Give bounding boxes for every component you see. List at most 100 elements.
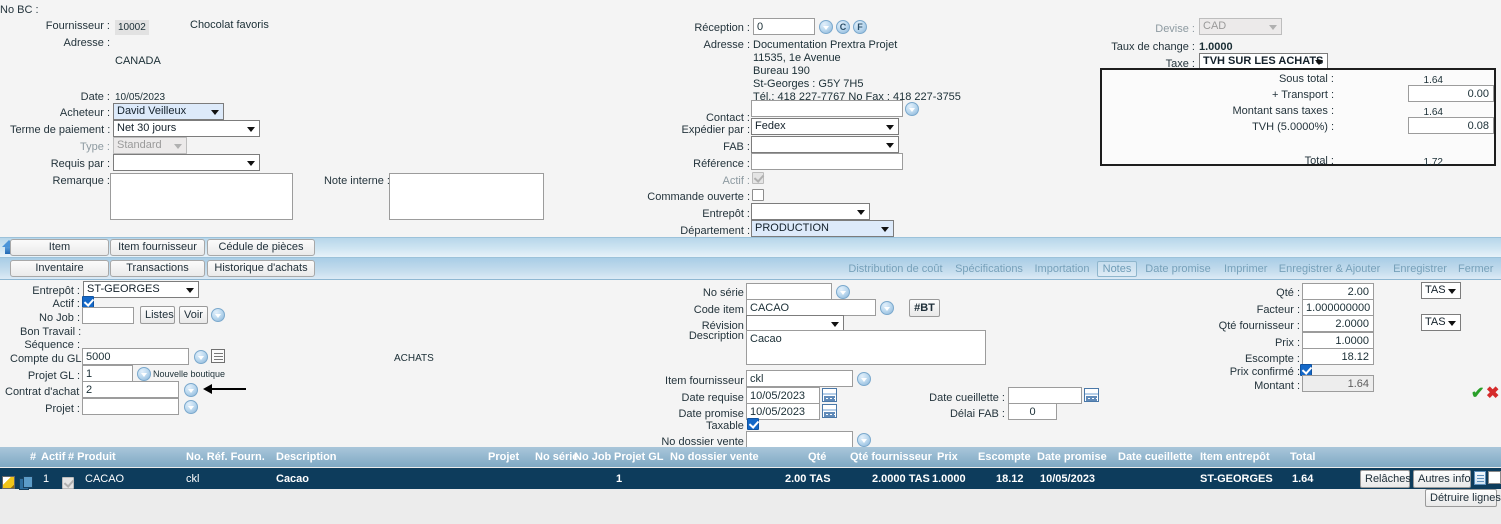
projet-gl-dropdown-icon[interactable] — [137, 367, 151, 381]
item-fournisseur-dropdown-icon[interactable] — [857, 372, 871, 386]
reception-c-button[interactable]: C — [836, 20, 850, 34]
tvh-input[interactable] — [1408, 117, 1494, 134]
escompte-input[interactable] — [1302, 348, 1374, 365]
tab-historique-achats[interactable]: Historique d'achats — [207, 260, 315, 277]
type-select: Standard — [113, 137, 187, 154]
commande-ouverte-checkbox[interactable] — [752, 189, 764, 201]
prix-label: Prix : — [1274, 337, 1300, 349]
voir-button[interactable]: Voir — [179, 306, 208, 324]
cancel-x-icon[interactable]: ✖ — [1486, 386, 1499, 402]
toolbar-enregistrer-ajouter[interactable]: Enregistrer & Ajouter — [1272, 261, 1387, 277]
reference-input[interactable] — [751, 153, 903, 170]
compte-gl-description: ACHATS — [394, 353, 434, 364]
toolbar-enregistrer[interactable]: Enregistrer — [1388, 261, 1452, 277]
confirm-check-icon[interactable]: ✔ — [1471, 386, 1484, 402]
no-dossier-vente-input[interactable] — [746, 431, 853, 448]
qte-input[interactable] — [1302, 283, 1374, 300]
projet-gl-input[interactable] — [82, 365, 133, 382]
no-serie-input[interactable] — [746, 283, 832, 300]
delai-fab-input[interactable] — [1008, 403, 1057, 420]
projet-gl-label: Projet GL : — [27, 370, 80, 382]
facteur-input[interactable] — [1302, 299, 1374, 316]
requis-par-select[interactable] — [113, 154, 260, 171]
listes-button[interactable]: Listes — [140, 306, 175, 324]
toolbar-notes[interactable]: Notes — [1097, 261, 1137, 277]
note-interne-label: Note interne : — [323, 175, 390, 187]
qte-unit-select[interactable]: TAS — [1421, 282, 1461, 299]
qte-fournisseur-unit-select[interactable]: TAS — [1421, 314, 1461, 331]
date-cueillette-calendar-icon[interactable] — [1084, 388, 1099, 402]
date-cueillette-detail-input[interactable] — [1008, 387, 1082, 404]
row-description: Cacao — [276, 473, 310, 485]
toolbar-distribution-de-cout[interactable]: Distribution de coût — [843, 261, 948, 277]
tvh-label: TVH (5.0000%) : — [1252, 121, 1334, 133]
no-dossier-vente-dropdown-icon[interactable] — [857, 433, 871, 447]
relaches-button[interactable]: Relâches — [1360, 470, 1411, 488]
departement-select[interactable]: PRODUCTION — [751, 220, 894, 237]
total-label: Total : — [1304, 155, 1334, 167]
contact-input[interactable] — [751, 100, 903, 117]
toolbar-fermer[interactable]: Fermer — [1453, 261, 1498, 277]
code-item-input[interactable] — [746, 299, 876, 316]
remarque-textarea[interactable] — [110, 173, 293, 220]
reception-input[interactable] — [753, 18, 815, 35]
row-copy-icon[interactable] — [19, 471, 33, 490]
qte-fournisseur-input[interactable] — [1302, 315, 1374, 332]
grid-col-escompte: Escompte — [978, 451, 1031, 463]
reception-f-button[interactable]: F — [853, 20, 867, 34]
no-job-input[interactable] — [82, 307, 134, 324]
table-row[interactable]: 1 CACAO ckl Cacao 1 2.00 TAS 2.0000 TAS … — [0, 468, 1501, 490]
transport-input[interactable] — [1408, 85, 1494, 102]
row-prix: 1.0000 — [932, 473, 966, 485]
row-note-icon[interactable] — [1474, 471, 1486, 485]
projet-dropdown-icon[interactable] — [184, 400, 198, 414]
compte-gl-detail-icon[interactable] — [211, 349, 225, 363]
terme-paiement-select[interactable]: Net 30 jours — [113, 120, 260, 137]
description-textarea[interactable] — [746, 330, 986, 365]
grid-col-no-job: No Job — [574, 451, 612, 463]
total-value: 1.72 — [1423, 157, 1443, 168]
tab-cedule-de-pieces[interactable]: Cédule de pièces — [207, 239, 315, 256]
toolbar-specifications[interactable]: Spécifications — [950, 261, 1028, 277]
row-edit-pencil-icon[interactable] — [2, 471, 15, 489]
reception-dropdown-icon[interactable] — [819, 20, 833, 34]
date-promise-calendar-icon[interactable] — [822, 404, 837, 418]
row-actif-checkbox[interactable] — [62, 472, 74, 489]
detail-entrepot-label: Entrepôt : — [32, 285, 80, 297]
date-requise-input[interactable] — [746, 387, 820, 404]
tab-item-fournisseur[interactable]: Item fournisseur — [110, 239, 205, 256]
taxable-label: Taxable : — [705, 420, 750, 432]
projet-input[interactable] — [82, 398, 179, 415]
prix-input[interactable] — [1302, 332, 1374, 349]
row-select-checkbox[interactable] — [1488, 471, 1501, 484]
contact-dropdown-icon[interactable] — [905, 102, 919, 116]
code-item-dropdown-icon[interactable] — [880, 301, 894, 315]
item-fournisseur-input[interactable] — [746, 370, 853, 387]
note-interne-textarea[interactable] — [389, 173, 544, 220]
contrat-achat-input[interactable] — [82, 381, 179, 398]
tab-transactions[interactable]: Transactions — [110, 260, 205, 277]
expedier-par-select[interactable]: Fedex — [751, 118, 899, 135]
contrat-achat-dropdown-icon[interactable] — [184, 383, 198, 397]
compte-gl-input[interactable] — [82, 348, 189, 365]
no-job-dropdown-icon[interactable] — [211, 308, 225, 322]
bt-button[interactable]: #BT — [909, 299, 940, 317]
toolbar-importation[interactable]: Importation — [1029, 261, 1095, 277]
date-requise-calendar-icon[interactable] — [822, 388, 837, 402]
autres-info-button[interactable]: Autres info — [1413, 470, 1471, 488]
acheteur-select[interactable]: David Veilleux — [113, 103, 224, 120]
tab-item[interactable]: Item — [10, 239, 109, 256]
detail-entrepot-select[interactable]: ST-GEORGES — [83, 281, 199, 298]
grid-col-prix: Prix — [937, 451, 958, 463]
no-serie-dropdown-icon[interactable] — [836, 285, 850, 299]
compte-gl-dropdown-icon[interactable] — [194, 350, 208, 364]
taxable-checkbox[interactable] — [747, 418, 759, 430]
adresse-fournisseur-country: CANADA — [115, 55, 161, 67]
toolbar-date-promise[interactable]: Date promise — [1139, 261, 1217, 277]
grid-col-qte-fournisseur: Qté fournisseur — [850, 451, 932, 463]
entrepot-entete-select[interactable] — [751, 203, 870, 220]
fab-select[interactable] — [751, 136, 899, 153]
tab-inventaire[interactable]: Inventaire — [10, 260, 109, 277]
detruire-lignes-button[interactable]: Détruire lignes — [1425, 489, 1501, 507]
toolbar-imprimer[interactable]: Imprimer — [1219, 261, 1271, 277]
